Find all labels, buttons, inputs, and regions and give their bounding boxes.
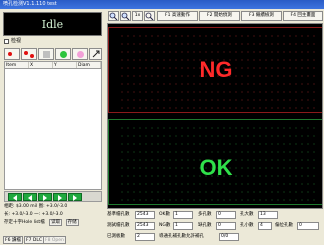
grey-square-icon <box>43 51 50 58</box>
ng-result-label: NG <box>199 57 233 82</box>
zoom-fit-icon <box>145 12 154 20</box>
checkbox-label: 检视 <box>11 38 22 44</box>
hole-list-label: 存定十字Hole list檔 <box>4 220 45 225</box>
pink-dot-icon <box>77 51 84 58</box>
ng-pane: NG <box>108 27 322 113</box>
ng-count-value: 1 <box>173 222 193 230</box>
column-header-y[interactable]: Y <box>53 62 77 68</box>
boards-tested-value: 2 <box>135 233 155 241</box>
small-holes-label: 孔小數 <box>240 223 254 228</box>
ok-count-label: OK數 <box>159 212 170 217</box>
std-count-value: 2543 <box>135 211 155 219</box>
red-dot-icon <box>8 52 12 56</box>
ok-pane: OK <box>108 119 322 205</box>
nav-play-button[interactable] <box>38 193 52 201</box>
nav-prev-button[interactable] <box>23 193 37 201</box>
ok-result-label: OK <box>199 155 233 180</box>
inspect-checkbox[interactable]: 检视 <box>4 38 32 45</box>
hole-grid[interactable] <box>4 69 102 190</box>
f2-button[interactable]: F2 開始偵測 <box>199 11 240 21</box>
prev-icon <box>28 195 32 201</box>
read-button[interactable]: 读取 <box>49 219 63 226</box>
f3-button[interactable]: F3 繼續檢測 <box>241 11 282 21</box>
column-header-x[interactable]: X <box>29 62 53 68</box>
offset-holes-value: 0 <box>297 222 319 230</box>
statistics-panel: 基準檔孔數 2543 OK數 1 多孔數 0 孔大數 13 測試檔孔數 2543… <box>107 210 323 244</box>
big-holes-label: 孔大數 <box>240 212 254 217</box>
big-holes-value: 13 <box>258 211 278 219</box>
measured-count-label: 測試檔孔數 <box>107 223 130 228</box>
nav-first-button[interactable] <box>8 193 22 201</box>
boards-tested-label: 已測板數 <box>107 234 125 239</box>
f4-button[interactable]: F4 回主畫面 <box>283 11 323 21</box>
small-holes-value: 4 <box>258 222 272 230</box>
spec-line-1: 相距: $3.00 mil 图: +3.0/-3.0 <box>4 204 68 209</box>
spec-line-3: 存定十字Hole list檔 读取 存储 <box>4 219 79 226</box>
column-header-item[interactable]: Item <box>5 62 29 68</box>
via-fill-label: 導通孔補孔數允許補孔 <box>159 234 204 239</box>
green-dot-icon <box>60 51 67 58</box>
nav-next-button[interactable] <box>53 193 67 201</box>
extra-holes-label: 多孔數 <box>198 212 212 217</box>
offset-holes-label: 偏位孔數 <box>275 223 293 228</box>
ok-count-value: 1 <box>173 211 193 219</box>
via-fill-value: 0/0 <box>219 233 239 241</box>
function-buttons: F6 讀檔 F7 DLC F8 Open <box>2 236 105 244</box>
fit-view-button[interactable] <box>144 11 155 21</box>
zoom-in-button[interactable] <box>108 11 119 21</box>
spec-line-2: 长: +3.0/-3.0 一: +3.0/-3.0 <box>4 212 63 217</box>
f6-read-button[interactable]: F6 讀檔 <box>3 236 23 244</box>
tool-strip <box>4 48 102 60</box>
last-icon <box>73 195 77 201</box>
next-icon <box>58 195 62 201</box>
play-icon <box>43 195 47 201</box>
f1-button[interactable]: F1 高速動作 <box>157 11 198 21</box>
first-icon <box>13 195 17 201</box>
pink-dot-tool-button[interactable] <box>72 48 88 60</box>
ng-count-label: NG數 <box>159 223 171 228</box>
checkbox-box[interactable] <box>4 39 9 44</box>
std-count-label: 基準檔孔數 <box>107 212 130 217</box>
zoom-out-icon <box>121 12 130 20</box>
status-display: Idle <box>3 12 102 36</box>
measured-count-value: 2543 <box>135 222 155 230</box>
record-navigator <box>4 191 102 202</box>
missing-holes-value: 0 <box>216 222 236 230</box>
hole-grid-header: Item X Y Diam <box>4 61 102 69</box>
multi-dot-tool-button[interactable] <box>21 48 37 60</box>
column-header-diam[interactable]: Diam <box>77 62 101 68</box>
arrow-icon <box>92 50 100 58</box>
f8-open-button[interactable]: F8 Open <box>43 236 66 244</box>
missing-holes-label: 缺孔數 <box>198 223 212 228</box>
extra-holes-value: 0 <box>216 211 236 219</box>
red-dot-tool-button[interactable] <box>4 48 20 60</box>
top-toolbar: 1x F1 高速動作 F2 開始偵測 F3 繼續檢測 F4 回主畫面 <box>106 10 324 22</box>
window-title: 喷孔检测V1.1.110 test <box>0 0 324 9</box>
zoom-1x-button[interactable]: 1x <box>132 11 143 21</box>
left-panel: Idle 检视 Item X Y Diam 相距: $3.00 mil 图: +… <box>1 10 105 244</box>
nav-last-button[interactable] <box>68 193 82 201</box>
f7-dlc-button[interactable]: F7 DLC <box>24 236 44 244</box>
green-dot-tool-button[interactable] <box>55 48 71 60</box>
save-button[interactable]: 存储 <box>65 219 79 226</box>
red-dots-icon <box>24 51 28 55</box>
zoom-out-button[interactable] <box>120 11 131 21</box>
zoom-in-icon <box>109 12 118 20</box>
grey-square-tool-button[interactable] <box>38 48 54 60</box>
inspection-view[interactable]: NG OK <box>107 23 323 209</box>
arrow-tool-button[interactable] <box>89 48 102 60</box>
